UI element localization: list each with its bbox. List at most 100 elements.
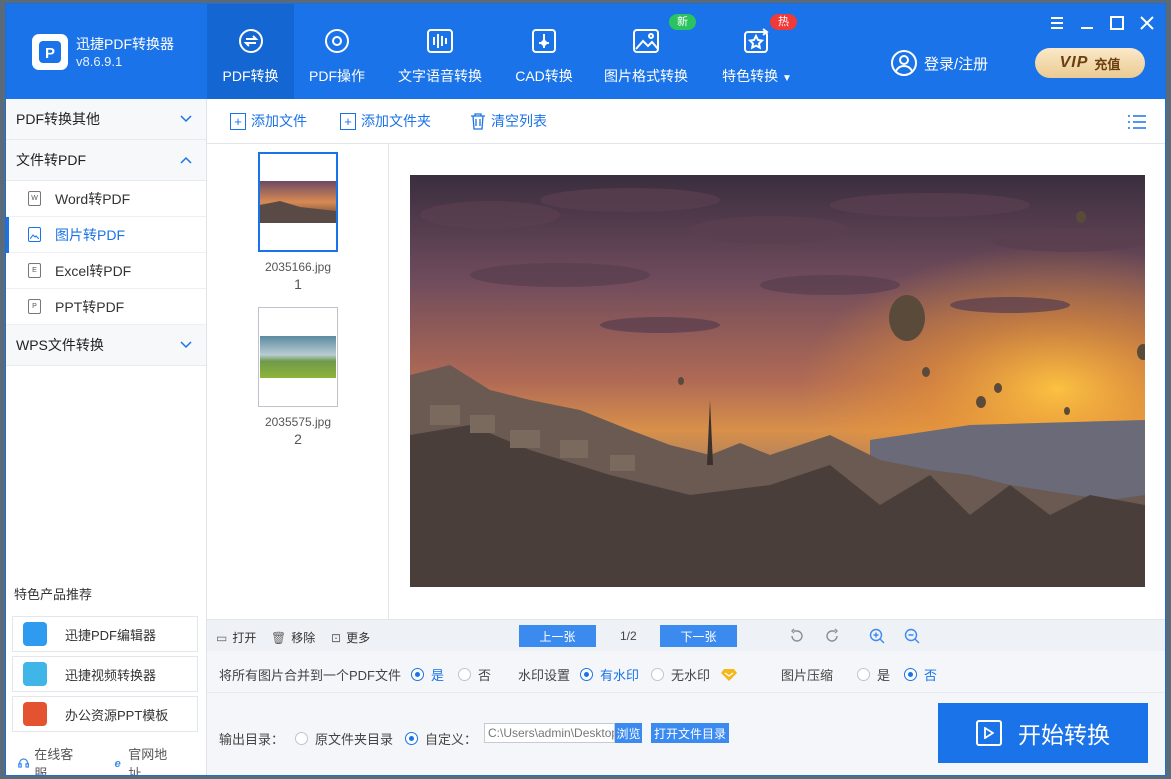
start-convert-button[interactable]: 开始转换 <box>938 703 1148 763</box>
sidebar-item-image-to-pdf[interactable]: 图片转PDF <box>6 217 206 253</box>
open-button[interactable]: ▭ 打开 <box>216 629 256 646</box>
custom-dir-radio[interactable] <box>405 732 419 745</box>
output-path-input[interactable]: C:\Users\admin\Desktop <box>484 723 615 743</box>
output-label: 输出目录： <box>219 732 285 747</box>
tab-pdf-convert[interactable]: PDF转换 <box>207 4 294 99</box>
login-button[interactable]: 登录/注册 <box>890 49 988 77</box>
clear-list-button[interactable]: 清空列表 <box>470 111 547 131</box>
sidebar-group-wps[interactable]: WPS文件转换 <box>6 325 206 366</box>
add-file-button[interactable]: + 添加文件 <box>230 111 307 131</box>
website-link[interactable]: e 官网地址 <box>112 744 188 775</box>
rotate-left-icon[interactable] <box>788 627 806 645</box>
featured-pdf-editor[interactable]: 迅捷PDF编辑器 <box>12 616 198 652</box>
thumbnail-item[interactable] <box>258 152 338 252</box>
app-name: 迅捷PDF转换器 <box>76 36 174 52</box>
thumbnail-item[interactable] <box>258 307 338 407</box>
zoom-out-icon[interactable] <box>903 627 921 645</box>
rotate-right-icon[interactable] <box>823 627 841 645</box>
next-image-button[interactable]: 下一张 <box>660 625 737 647</box>
featured-title: 特色产品推荐 <box>14 587 93 602</box>
chevron-up-icon <box>180 156 192 164</box>
list-view-icon[interactable] <box>1127 114 1147 133</box>
close-icon[interactable] <box>1137 14 1157 32</box>
remove-button[interactable]: 🗑 移除 <box>271 629 315 646</box>
minimize-icon[interactable] <box>1077 14 1097 32</box>
sidebar-item-word-to-pdf[interactable]: W Word转PDF <box>6 181 206 217</box>
star-convert-icon <box>742 26 772 56</box>
compress-no-radio[interactable] <box>904 668 918 681</box>
app-logo: P <box>32 34 68 70</box>
tab-voice-convert[interactable]: 文字语音转换 <box>380 4 500 99</box>
vip-recharge-button[interactable]: VIP 充值 <box>1035 48 1145 78</box>
browser-e-icon: e <box>114 758 120 770</box>
featured-video-converter[interactable]: 迅捷视频转换器 <box>12 656 198 692</box>
add-folder-icon: + <box>340 112 356 130</box>
featured-ppt-template[interactable]: 办公资源PPT模板 <box>12 696 198 732</box>
folder-icon: ▭ <box>216 630 228 645</box>
word-file-icon: W <box>28 191 41 206</box>
ppt-file-icon: P <box>28 299 41 314</box>
chevron-down-icon: ▼ <box>781 73 792 84</box>
source-dir-radio[interactable] <box>295 732 308 745</box>
app-window: P 迅捷PDF转换器 v8.6.9.1 PDF转换 PDF操作 文字语音转换 C… <box>5 3 1166 776</box>
headset-icon <box>18 758 30 768</box>
svg-text:P: P <box>45 45 55 62</box>
sidebar-item-excel-to-pdf[interactable]: E Excel转PDF <box>6 253 206 289</box>
thumbnail-image <box>260 181 336 223</box>
tab-pdf-operate[interactable]: PDF操作 <box>294 4 380 99</box>
sidebar-group-file-to-pdf[interactable]: 文件转PDF <box>6 140 206 181</box>
sidebar-group-pdf-other[interactable]: PDF转换其他 <box>6 99 206 140</box>
watermark-on-radio[interactable] <box>580 668 594 681</box>
watermark-off-radio[interactable] <box>651 668 665 681</box>
sidebar-item-ppt-to-pdf[interactable]: P PPT转PDF <box>6 289 206 325</box>
video-converter-icon <box>23 662 47 686</box>
output-dir-choice: 原文件夹目录 自定义： <box>283 729 477 748</box>
thumbnail-list: 2035166.jpg 1 2035575.jpg 2 <box>207 144 389 619</box>
voice-wave-icon <box>425 26 455 56</box>
add-folder-button[interactable]: + 添加文件夹 <box>340 111 431 131</box>
merge-yes-radio[interactable] <box>411 668 425 681</box>
file-toolbar: + 添加文件 + 添加文件夹 清空列表 <box>207 99 1165 144</box>
app-version: v8.6.9.1 <box>76 54 123 69</box>
menu-icon[interactable] <box>1047 14 1067 32</box>
title-bar: P 迅捷PDF转换器 v8.6.9.1 PDF转换 PDF操作 文字语音转换 C… <box>6 4 1165 99</box>
pdf-operate-icon <box>323 26 351 56</box>
cad-icon <box>530 26 558 56</box>
ppt-template-icon <box>23 702 47 726</box>
add-file-icon: + <box>230 112 246 130</box>
more-button[interactable]: ⊡ 更多 <box>331 629 370 646</box>
trash-icon <box>471 112 485 130</box>
svg-text:e: e <box>114 758 120 770</box>
online-service-link[interactable]: 在线客服 <box>18 744 94 775</box>
file-index: 1 <box>294 276 302 292</box>
convert-options: 将所有图片合并到一个PDF文件 是 否 水印设置 有水印 无水印 图片压缩 是 … <box>207 651 1165 693</box>
preview-controls: ▭ 打开 🗑 移除 ⊡ 更多 上一张 1/2 下一张 <box>207 619 1165 651</box>
badge-new: 新 <box>669 14 696 30</box>
sidebar: PDF转换其他 文件转PDF W Word转PDF 图片转PDF E Excel… <box>6 99 207 775</box>
image-file-icon <box>28 227 41 242</box>
page-indicator: 1/2 <box>620 629 637 643</box>
play-icon <box>976 720 1002 746</box>
output-settings: 输出目录： 原文件夹目录 自定义： C:\Users\admin\Desktop… <box>207 693 1165 775</box>
thumbnail-image <box>260 336 336 378</box>
excel-file-icon: E <box>28 263 41 278</box>
more-icon: ⊡ <box>331 630 342 645</box>
image-preview <box>410 175 1145 587</box>
maximize-icon[interactable] <box>1107 14 1127 32</box>
compress-option: 图片压缩 是 否 <box>781 668 938 683</box>
open-folder-button[interactable]: 打开文件目录 <box>651 723 729 743</box>
zoom-in-icon[interactable] <box>868 627 886 645</box>
merge-no-radio[interactable] <box>458 668 472 681</box>
image-icon <box>631 26 661 56</box>
user-icon <box>891 50 917 76</box>
trash-icon: 🗑 <box>271 630 287 645</box>
badge-hot: 热 <box>770 14 797 30</box>
file-name: 2035166.jpg <box>264 260 332 274</box>
tab-cad-convert[interactable]: CAD转换 <box>500 4 588 99</box>
pdf-convert-icon <box>237 26 265 56</box>
prev-image-button[interactable]: 上一张 <box>519 625 596 647</box>
browse-button[interactable]: 浏览 <box>615 723 642 743</box>
compress-yes-radio[interactable] <box>857 668 871 681</box>
file-name: 2035575.jpg <box>264 415 332 429</box>
chevron-down-icon <box>180 341 192 349</box>
